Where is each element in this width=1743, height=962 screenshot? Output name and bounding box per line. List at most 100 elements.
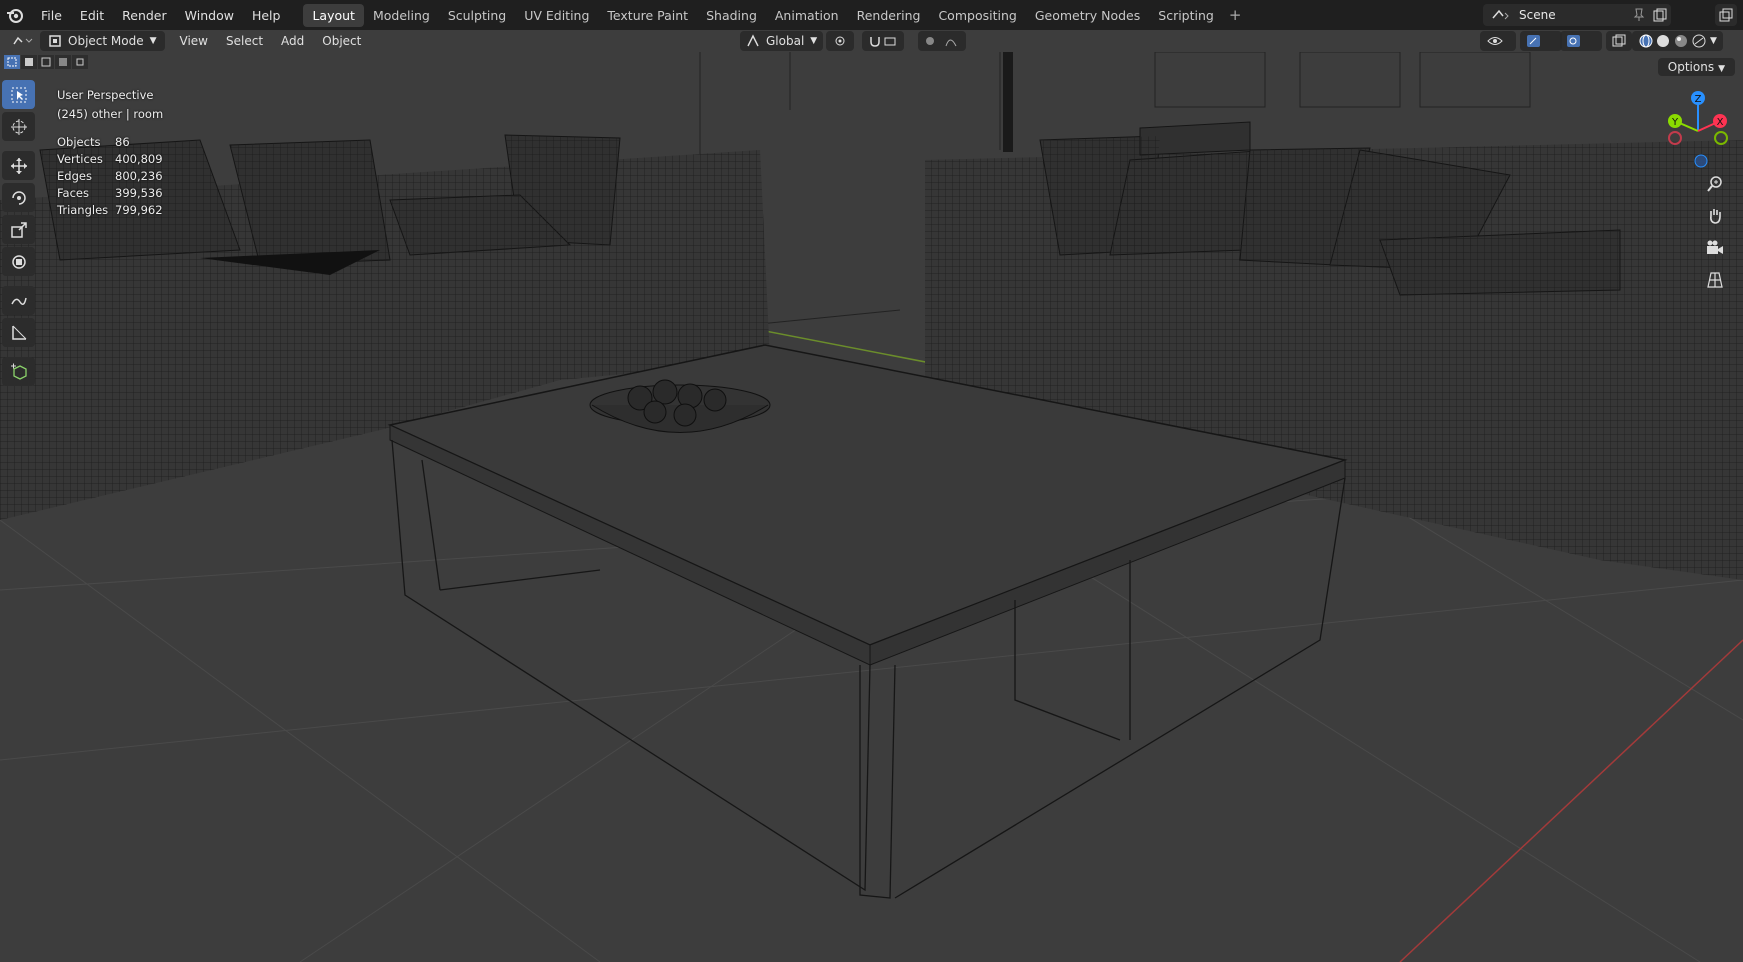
tab-geometry-nodes[interactable]: Geometry Nodes — [1026, 4, 1149, 27]
stat-value: 86 — [115, 134, 130, 149]
tab-modeling[interactable]: Modeling — [364, 4, 439, 27]
measure-tool[interactable] — [2, 318, 35, 347]
menu-add[interactable]: Add — [272, 34, 313, 48]
viewport-canvas[interactable] — [0, 52, 1743, 962]
rotate-icon — [11, 190, 26, 205]
stat-label: Edges — [57, 168, 92, 183]
move-tool[interactable] — [2, 151, 35, 180]
navigation-gizmo[interactable]: Z Y X — [1653, 86, 1743, 176]
tab-rendering[interactable]: Rendering — [848, 4, 930, 27]
tab-compositing[interactable]: Compositing — [929, 4, 1025, 27]
mode-dropdown[interactable]: Object Mode ▼ — [40, 31, 165, 51]
select-subtract-icon[interactable] — [38, 55, 54, 69]
chevron-down-icon: ▼ — [1718, 64, 1725, 74]
wireframe-shading-icon[interactable] — [1638, 34, 1654, 48]
editor-type-icon[interactable] — [4, 31, 42, 51]
stat-row: Objects 86 — [57, 133, 163, 150]
annotate-tool[interactable] — [2, 286, 35, 315]
chevron-down-icon: ▼ — [149, 36, 157, 46]
menu-window[interactable]: Window — [176, 8, 243, 23]
add-workspace-button[interactable]: + — [1223, 6, 1248, 24]
blender-logo-icon[interactable] — [4, 4, 26, 26]
z-axis-label: Z — [1695, 94, 1702, 105]
stat-row: Faces 399,536 — [57, 184, 163, 201]
stat-value: 800,236 — [115, 168, 163, 183]
x-axis-label: X — [1717, 117, 1724, 128]
scale-icon — [10, 221, 27, 238]
pan-hand-icon[interactable] — [1703, 204, 1727, 228]
chevron-down-icon[interactable]: ▼ — [1710, 36, 1717, 46]
view-layer-icon[interactable] — [1715, 4, 1737, 26]
viewport-navigation — [1703, 172, 1727, 292]
tab-scripting[interactable]: Scripting — [1149, 4, 1223, 27]
scale-tool[interactable] — [2, 215, 35, 244]
visibility-dropdown[interactable] — [1480, 31, 1516, 51]
neg-x-handle[interactable] — [1668, 131, 1682, 145]
transform-icon — [11, 254, 26, 269]
select-intersect-icon[interactable] — [72, 55, 88, 69]
top-bar: File Edit Render Window Help Layout Mode… — [0, 0, 1743, 30]
stat-value: 399,536 — [115, 185, 163, 200]
material-shading-icon[interactable] — [1672, 34, 1690, 48]
menu-edit[interactable]: Edit — [71, 8, 113, 23]
pivot-point-dropdown[interactable] — [826, 31, 854, 51]
xray-icon — [1612, 34, 1626, 47]
select-invert-icon[interactable] — [55, 55, 71, 69]
select-extend-icon[interactable] — [21, 55, 37, 69]
new-scene-icon[interactable] — [1653, 8, 1667, 22]
menu-render[interactable]: Render — [113, 8, 176, 23]
viewport-info-overlay: User Perspective (245) other | room Obje… — [57, 88, 163, 218]
transform-tool[interactable] — [2, 247, 35, 276]
tab-layout[interactable]: Layout — [303, 3, 364, 27]
y-axis-label: Y — [1671, 117, 1679, 128]
menu-help[interactable]: Help — [243, 8, 290, 23]
collection-label: (245) other | room — [57, 107, 164, 121]
zoom-icon[interactable] — [1703, 172, 1727, 196]
select-box-tool[interactable] — [2, 80, 35, 109]
xray-toggle[interactable] — [1606, 31, 1632, 51]
scene-selector[interactable]: Scene — [1483, 4, 1671, 26]
rendered-shading-icon[interactable] — [1690, 34, 1708, 48]
menu-file[interactable]: File — [32, 8, 71, 23]
proportional-edit-toggle[interactable] — [918, 31, 966, 51]
perspective-grid-icon[interactable] — [1703, 268, 1727, 292]
select-new-icon[interactable] — [4, 55, 20, 69]
stat-row: Triangles 799,962 — [57, 201, 163, 218]
viewport-menu: View Select Add Object — [171, 34, 371, 48]
camera-icon[interactable] — [1703, 236, 1727, 260]
workspace-tabs: Layout Modeling Sculpting UV Editing Tex… — [303, 3, 1248, 27]
proportional-edit-icon — [926, 37, 957, 47]
neg-z-handle[interactable] — [1694, 154, 1708, 168]
object-mode-icon — [49, 35, 61, 47]
pivot-icon — [835, 36, 845, 46]
pin-icon[interactable] — [1633, 8, 1645, 22]
view-layer-controls — [1715, 4, 1737, 26]
selection-mode-buttons — [4, 55, 88, 69]
menu-view[interactable]: View — [171, 34, 217, 48]
tab-uv-editing[interactable]: UV Editing — [515, 4, 598, 27]
eye-icon — [1487, 37, 1503, 45]
viewport-header: Object Mode ▼ View Select Add Object Glo… — [0, 30, 1743, 52]
options-dropdown[interactable]: Options ▼ — [1657, 58, 1735, 76]
gizmo-toggle[interactable] — [1520, 31, 1562, 51]
magnet-icon — [870, 37, 896, 47]
neg-y-handle[interactable] — [1714, 131, 1728, 145]
rotate-tool[interactable] — [2, 183, 35, 212]
stat-label: Faces — [57, 185, 89, 200]
tab-sculpting[interactable]: Sculpting — [439, 4, 515, 27]
solid-shading-icon[interactable] — [1654, 34, 1672, 48]
stat-value: 799,962 — [115, 202, 163, 217]
menu-object[interactable]: Object — [313, 34, 370, 48]
menu-select[interactable]: Select — [217, 34, 272, 48]
overlays-toggle[interactable] — [1560, 31, 1602, 51]
transform-orientation-dropdown[interactable]: Global ▼ — [740, 31, 824, 51]
snap-toggle[interactable] — [862, 31, 904, 51]
stat-label: Triangles — [57, 202, 109, 217]
add-cube-tool[interactable] — [2, 357, 35, 386]
tab-shading[interactable]: Shading — [697, 4, 766, 27]
scene-name[interactable]: Scene — [1519, 8, 1556, 22]
tab-animation[interactable]: Animation — [766, 4, 848, 27]
tab-texture-paint[interactable]: Texture Paint — [598, 4, 697, 27]
chevron-down-icon: ▼ — [810, 36, 818, 46]
cursor-tool[interactable] — [2, 112, 35, 141]
